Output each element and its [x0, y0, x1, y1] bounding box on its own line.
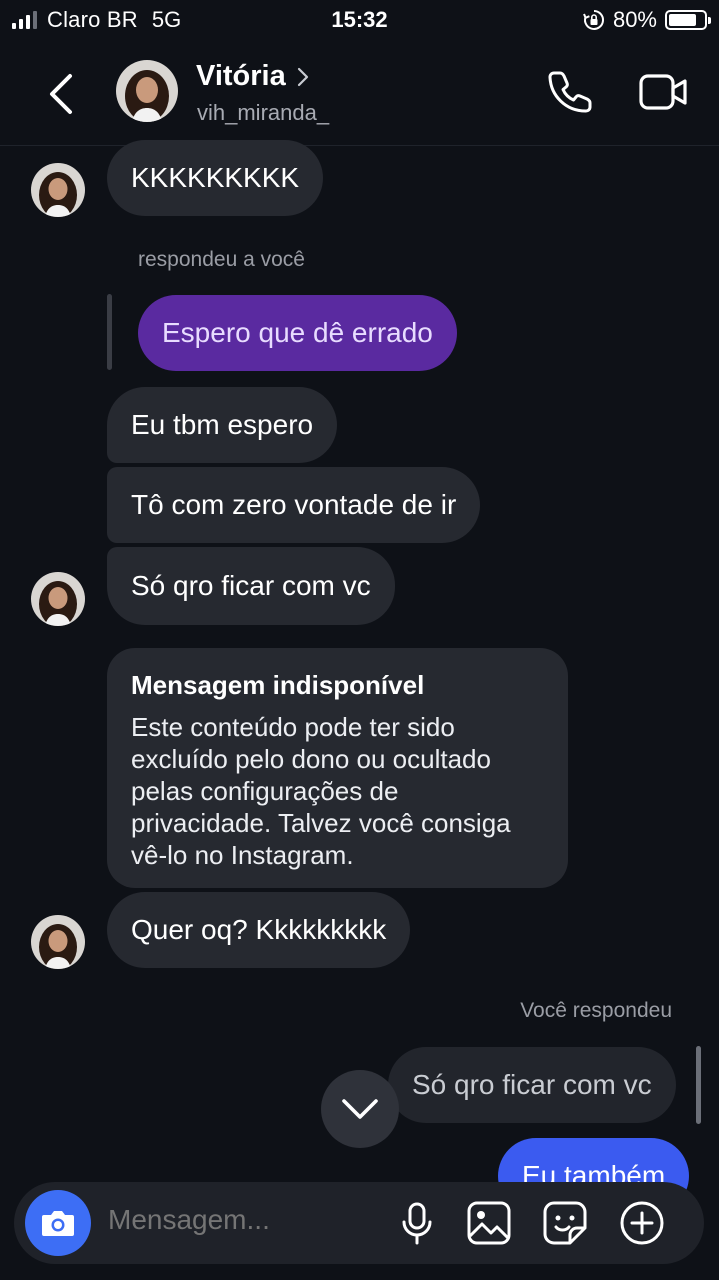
message-bubble[interactable]: KKKKKKKKK — [107, 140, 324, 216]
message-bubble[interactable]: Quer oq? Kkkkkkkkk — [107, 892, 411, 968]
message-text: Só qro ficar com vc — [131, 570, 371, 601]
message-bubble[interactable]: Só qro ficar com vc — [107, 547, 395, 625]
message-text: Tô com zero vontade de ir — [131, 489, 457, 520]
reply-quote-bar — [696, 1046, 701, 1124]
sender-avatar[interactable] — [31, 572, 85, 626]
status-bar: Claro BR 5G 15:32 80% — [0, 0, 719, 42]
sender-avatar[interactable] — [31, 163, 85, 217]
battery-percent: 80% — [612, 7, 657, 32]
scroll-to-bottom-button[interactable] — [321, 1070, 399, 1148]
chevron-down-icon — [342, 1099, 378, 1119]
microphone-icon[interactable] — [394, 1200, 440, 1246]
chat-header: Vitória vih_miranda_ — [0, 42, 719, 146]
camera-icon — [42, 1211, 74, 1236]
message-text: Eu tbm espero — [131, 409, 314, 440]
message-bubble[interactable]: Eu tbm espero — [107, 387, 338, 463]
video-camera-icon[interactable] — [638, 72, 690, 112]
message-text: KKKKKKKKK — [131, 162, 300, 193]
quoted-message-bubble[interactable]: Só qro ficar com vc — [388, 1047, 676, 1123]
contact-name[interactable]: Vitória — [196, 60, 310, 93]
chevron-right-icon — [297, 67, 308, 86]
contact-name-label: Vitória — [196, 60, 286, 92]
rotation-lock-icon — [583, 10, 604, 30]
quoted-message-bubble[interactable]: Espero que dê errado — [138, 295, 457, 371]
unavailable-title: Mensagem indisponível — [131, 670, 425, 700]
plus-circle-icon[interactable] — [619, 1200, 665, 1246]
reply-meta: respondeu a você — [138, 248, 305, 271]
reply-meta: Você respondeu — [520, 999, 672, 1022]
unavailable-message-card[interactable]: Mensagem indisponível Este conteúdo pode… — [107, 648, 568, 888]
reply-quote-bar — [107, 294, 112, 370]
message-text: Só qro ficar com vc — [412, 1069, 652, 1100]
sender-avatar[interactable] — [31, 915, 85, 969]
message-composer — [14, 1182, 704, 1264]
gallery-icon[interactable] — [466, 1200, 512, 1246]
message-input[interactable] — [108, 1204, 368, 1236]
camera-button[interactable] — [25, 1190, 91, 1256]
contact-avatar[interactable] — [116, 60, 178, 122]
sticker-icon[interactable] — [542, 1200, 588, 1246]
back-chevron-icon[interactable] — [44, 70, 80, 118]
unavailable-body: Este conteúdo pode ter sido excluído pel… — [131, 712, 511, 870]
battery-icon — [665, 10, 711, 30]
message-bubble[interactable]: Tô com zero vontade de ir — [107, 467, 481, 543]
message-text: Quer oq? Kkkkkkkkk — [131, 914, 387, 945]
contact-username: vih_miranda_ — [197, 100, 330, 125]
phone-icon[interactable] — [546, 68, 594, 116]
message-text: Espero que dê errado — [162, 317, 433, 348]
